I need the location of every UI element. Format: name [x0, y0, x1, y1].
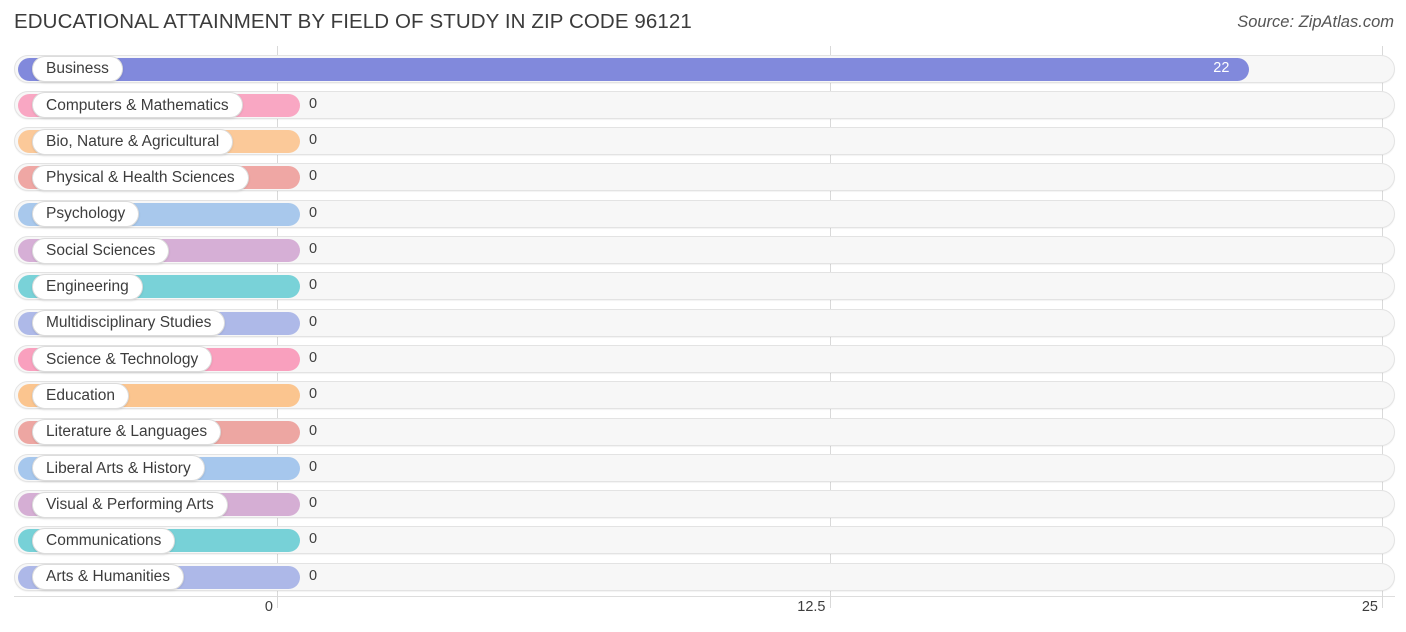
bar-row[interactable]: 0 Visual & Performing Arts: [0, 486, 1406, 522]
category-pill[interactable]: Bio, Nature & Agricultural: [32, 128, 234, 155]
category-pill[interactable]: Physical & Health Sciences: [32, 164, 249, 191]
category-pill[interactable]: Multidisciplinary Studies: [32, 310, 226, 337]
category-label: Engineering: [46, 278, 129, 296]
bar-row[interactable]: 0 Arts & Humanities: [0, 559, 1406, 595]
page-title: EDUCATIONAL ATTAINMENT BY FIELD OF STUDY…: [14, 10, 692, 33]
axis-tick-label: 0: [264, 599, 273, 615]
bar-row[interactable]: 0 Social Sciences: [0, 232, 1406, 268]
axis-tick-label: 25: [1361, 599, 1378, 615]
category-label: Business: [46, 60, 109, 78]
category-pill[interactable]: Psychology: [32, 201, 140, 228]
bar-value-label: 0: [309, 241, 318, 257]
x-axis: 0 12.5 25: [0, 596, 1406, 632]
category-pill[interactable]: Visual & Performing Arts: [32, 491, 228, 518]
category-label: Liberal Arts & History: [46, 459, 191, 477]
category-label: Psychology: [46, 205, 126, 223]
bar-value-label: 0: [309, 168, 318, 185]
axis-rule: [14, 596, 1395, 597]
bar-value-label: 0: [309, 458, 318, 475]
axis-tick-mark: [277, 596, 278, 608]
bar-row[interactable]: 0 Computers & Mathematics: [0, 87, 1406, 123]
category-pill[interactable]: Communications: [32, 527, 176, 554]
category-label: Multidisciplinary Studies: [46, 314, 212, 332]
chart-header: EDUCATIONAL ATTAINMENT BY FIELD OF STUDY…: [0, 0, 1406, 46]
bar-row[interactable]: 0 Liberal Arts & History: [0, 450, 1406, 486]
bar-value-label: 0: [309, 277, 318, 294]
category-pill[interactable]: Education: [32, 382, 129, 409]
bar-value-label: 0: [309, 204, 318, 221]
category-label: Communications: [46, 532, 162, 550]
bar-value-label: 22: [1213, 59, 1230, 76]
bar-value-label: 0: [309, 95, 318, 112]
category-label: Science & Technology: [46, 350, 199, 368]
bar-row[interactable]: 0 Literature & Languages: [0, 414, 1406, 450]
category-pill[interactable]: Engineering: [32, 273, 143, 300]
bar-row[interactable]: 0 Physical & Health Sciences: [0, 159, 1406, 195]
bar-fill: [18, 57, 1250, 81]
bar-row[interactable]: 0 Engineering: [0, 268, 1406, 304]
category-label: Education: [46, 386, 115, 404]
bar-value-label: 0: [309, 349, 318, 366]
category-pill[interactable]: Arts & Humanities: [32, 564, 185, 591]
bar-rows: 22 Business 0 Computers & Mathematics 0 Bio, …: [0, 46, 1406, 598]
category-label: Bio, Nature & Agricultural: [46, 132, 220, 150]
bar-value-label: 0: [309, 132, 318, 149]
category-label: Literature & Languages: [46, 423, 208, 441]
bar-row[interactable]: 0 Multidisciplinary Studies: [0, 305, 1406, 341]
chart-plot-area: 22 Business 0 Computers & Mathematics 0 Bio, …: [0, 46, 1406, 598]
category-label: Physical & Health Sciences: [46, 169, 235, 187]
category-pill[interactable]: Science & Technology: [32, 346, 213, 373]
bar-value-label: 0: [309, 313, 318, 330]
axis-tick-label: 12.5: [797, 599, 826, 615]
category-label: Social Sciences: [46, 241, 156, 259]
source-attribution: Source: ZipAtlas.com: [1237, 13, 1394, 31]
bar-row[interactable]: 22 Business: [0, 51, 1406, 87]
bar-value-label: 0: [309, 386, 318, 403]
category-label: Arts & Humanities: [46, 568, 171, 586]
bar-value-label: 0: [309, 495, 318, 512]
category-label: Visual & Performing Arts: [46, 495, 214, 513]
bar-value-label: 0: [309, 531, 318, 548]
category-pill[interactable]: Liberal Arts & History: [32, 455, 205, 482]
bar-row[interactable]: 0 Science & Technology: [0, 341, 1406, 377]
category-pill[interactable]: Computers & Mathematics: [32, 92, 243, 119]
axis-tick-mark: [829, 596, 831, 608]
category-pill[interactable]: Business: [32, 56, 123, 82]
category-pill[interactable]: Social Sciences: [32, 237, 170, 264]
bar-value-label: 0: [309, 567, 318, 584]
category-label: Computers & Mathematics: [46, 96, 229, 114]
bar-row[interactable]: 0 Communications: [0, 522, 1406, 558]
bar-row[interactable]: 0 Psychology: [0, 196, 1406, 232]
bar-row[interactable]: 0 Bio, Nature & Agricultural: [0, 123, 1406, 159]
axis-tick-mark: [1382, 596, 1383, 608]
bar-row[interactable]: 0 Education: [0, 377, 1406, 413]
category-pill[interactable]: Literature & Languages: [32, 419, 222, 445]
bar-value-label: 0: [309, 422, 318, 439]
